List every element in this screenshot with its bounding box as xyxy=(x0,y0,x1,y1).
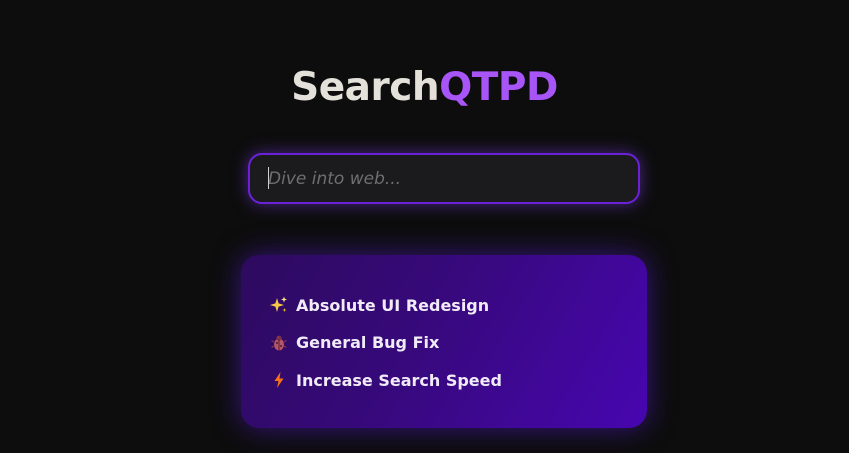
lightning-icon xyxy=(270,371,288,389)
bug-icon xyxy=(270,334,288,352)
sparkles-icon xyxy=(270,296,288,314)
changelog-item-label: General Bug Fix xyxy=(296,333,440,352)
changelog-item: Increase Search Speed xyxy=(270,367,647,393)
changelog-card: Absolute UI Redesign General Bug Fix Inc… xyxy=(241,255,647,428)
search-box[interactable] xyxy=(248,153,640,204)
search-input[interactable] xyxy=(268,155,618,202)
site-logo: SearchQTPD xyxy=(0,64,849,112)
logo-text-main: Search xyxy=(291,65,440,110)
logo-text-accent: QTPD xyxy=(439,65,558,110)
page: SearchQTPD Absolute UI Redesign xyxy=(0,0,849,453)
changelog-item-label: Increase Search Speed xyxy=(296,370,502,390)
text-caret xyxy=(268,167,269,189)
changelog-item-label: Absolute UI Redesign xyxy=(296,295,490,315)
changelog-item: General Bug Fix xyxy=(270,330,647,356)
changelog-item: Absolute UI Redesign xyxy=(270,292,647,318)
